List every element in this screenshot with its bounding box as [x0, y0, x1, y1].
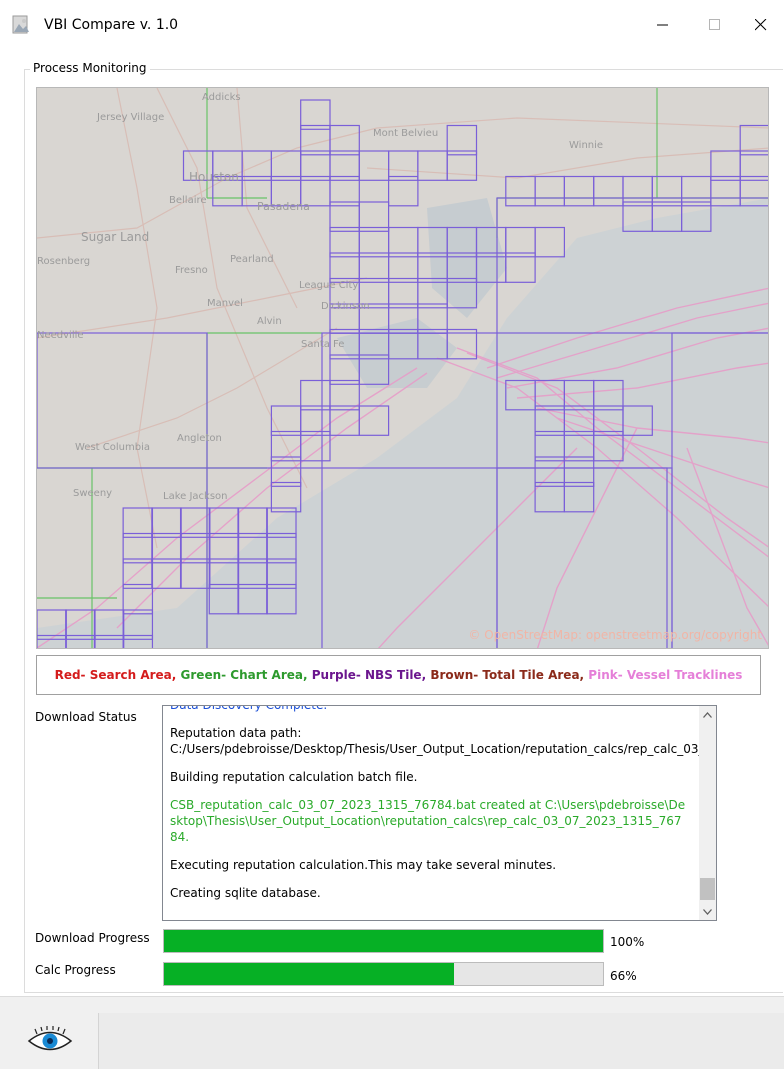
- map-place-label: Sugar Land: [81, 230, 150, 244]
- window-title: VBI Compare v. 1.0: [44, 17, 179, 33]
- app-icon: [10, 14, 32, 36]
- log-line: Creating sqlite database.: [170, 886, 321, 900]
- map-place-label: Dickinson: [321, 301, 370, 312]
- process-monitoring-label: Process Monitoring: [30, 61, 150, 75]
- calc-progress-percent: 66%: [610, 969, 637, 983]
- scroll-thumb[interactable]: [700, 878, 715, 900]
- map-place-label: Houston: [189, 170, 239, 184]
- download-progress-bar: [163, 929, 604, 953]
- map-place-label: Sweeny: [73, 488, 113, 499]
- scroll-down-button[interactable]: [699, 903, 716, 920]
- monitor-toggle-button[interactable]: [22, 1023, 78, 1059]
- map-place-label: Mont Belvieu: [373, 128, 439, 139]
- legend-nbs-tile: Purple- NBS Tile,: [311, 668, 427, 682]
- legend-chart-area: Green- Chart Area,: [180, 668, 308, 682]
- calc-progress-fill: [164, 963, 454, 985]
- download-progress-fill: [164, 930, 603, 952]
- bottom-panel: [98, 1013, 784, 1069]
- maximize-icon: [709, 19, 720, 30]
- log-line: Data Discovery Complete.: [170, 705, 328, 712]
- map-place-label: League City: [299, 280, 359, 291]
- map-place-label: Needville: [37, 330, 84, 341]
- map-place-label: Alvin: [257, 316, 282, 327]
- status-log-text: Data Discovery Complete. Reputation data…: [170, 705, 716, 913]
- legend-vessel-tracklines: Pink- Vessel Tracklines: [588, 668, 743, 682]
- map-place-label: Addicks: [202, 92, 241, 103]
- minimize-button[interactable]: [640, 6, 686, 44]
- map-place-label: Jersey Village: [97, 112, 165, 123]
- log-line: Building reputation calculation batch fi…: [170, 770, 418, 784]
- log-line: CSB_reputation_calc_03_07_2023_1315_7678…: [170, 798, 686, 844]
- map-place-label: Rosenberg: [37, 256, 91, 267]
- download-status-log[interactable]: Data Discovery Complete. Reputation data…: [162, 705, 717, 921]
- chevron-down-icon: [703, 908, 712, 915]
- maximize-button[interactable]: [692, 6, 738, 44]
- legend-search-area: Red- Search Area,: [54, 668, 177, 682]
- map-place-label: Manvel: [207, 298, 243, 309]
- map-place-label: Bellaire: [169, 195, 207, 206]
- close-button[interactable]: [738, 6, 784, 44]
- divider: [0, 996, 784, 997]
- map-place-label: Pearland: [230, 254, 274, 265]
- log-line: Executing reputation calculation.This ma…: [170, 858, 557, 872]
- map-place-label: Fresno: [175, 265, 208, 276]
- map-place-label: Winnie: [569, 140, 604, 151]
- download-status-label: Download Status: [35, 710, 137, 724]
- map-attribution[interactable]: © OpenStreetMap: openstreetmap.org/copyr…: [468, 628, 762, 642]
- chevron-up-icon: [703, 711, 712, 718]
- calc-progress-bar: [163, 962, 604, 986]
- map-place-label: Pasadena: [257, 200, 310, 213]
- status-scrollbar[interactable]: [699, 706, 716, 920]
- eye-icon: [27, 1026, 73, 1051]
- close-icon: [755, 19, 767, 31]
- map-place-label: Angleton: [177, 433, 222, 444]
- legend-total-tile-area: Brown- Total Tile Area,: [430, 668, 585, 682]
- map-place-label: Santa Fe: [301, 339, 345, 350]
- map-legend: Red- Search Area, Green- Chart Area, Pur…: [36, 655, 761, 695]
- log-line: Reputation data path: C:/Users/pdebroiss…: [170, 726, 716, 756]
- minimize-icon: [657, 24, 668, 26]
- map-view[interactable]: Jersey Village Addicks Houston Bellaire …: [36, 87, 769, 649]
- title-bar: VBI Compare v. 1.0: [0, 0, 784, 48]
- download-progress-percent: 100%: [610, 935, 645, 949]
- map-canvas: [37, 88, 768, 648]
- calc-progress-label: Calc Progress: [35, 963, 116, 977]
- map-place-label: Lake Jackson: [163, 491, 228, 502]
- download-progress-label: Download Progress: [35, 931, 150, 945]
- map-place-label: West Columbia: [75, 442, 150, 453]
- scroll-up-button[interactable]: [699, 706, 716, 723]
